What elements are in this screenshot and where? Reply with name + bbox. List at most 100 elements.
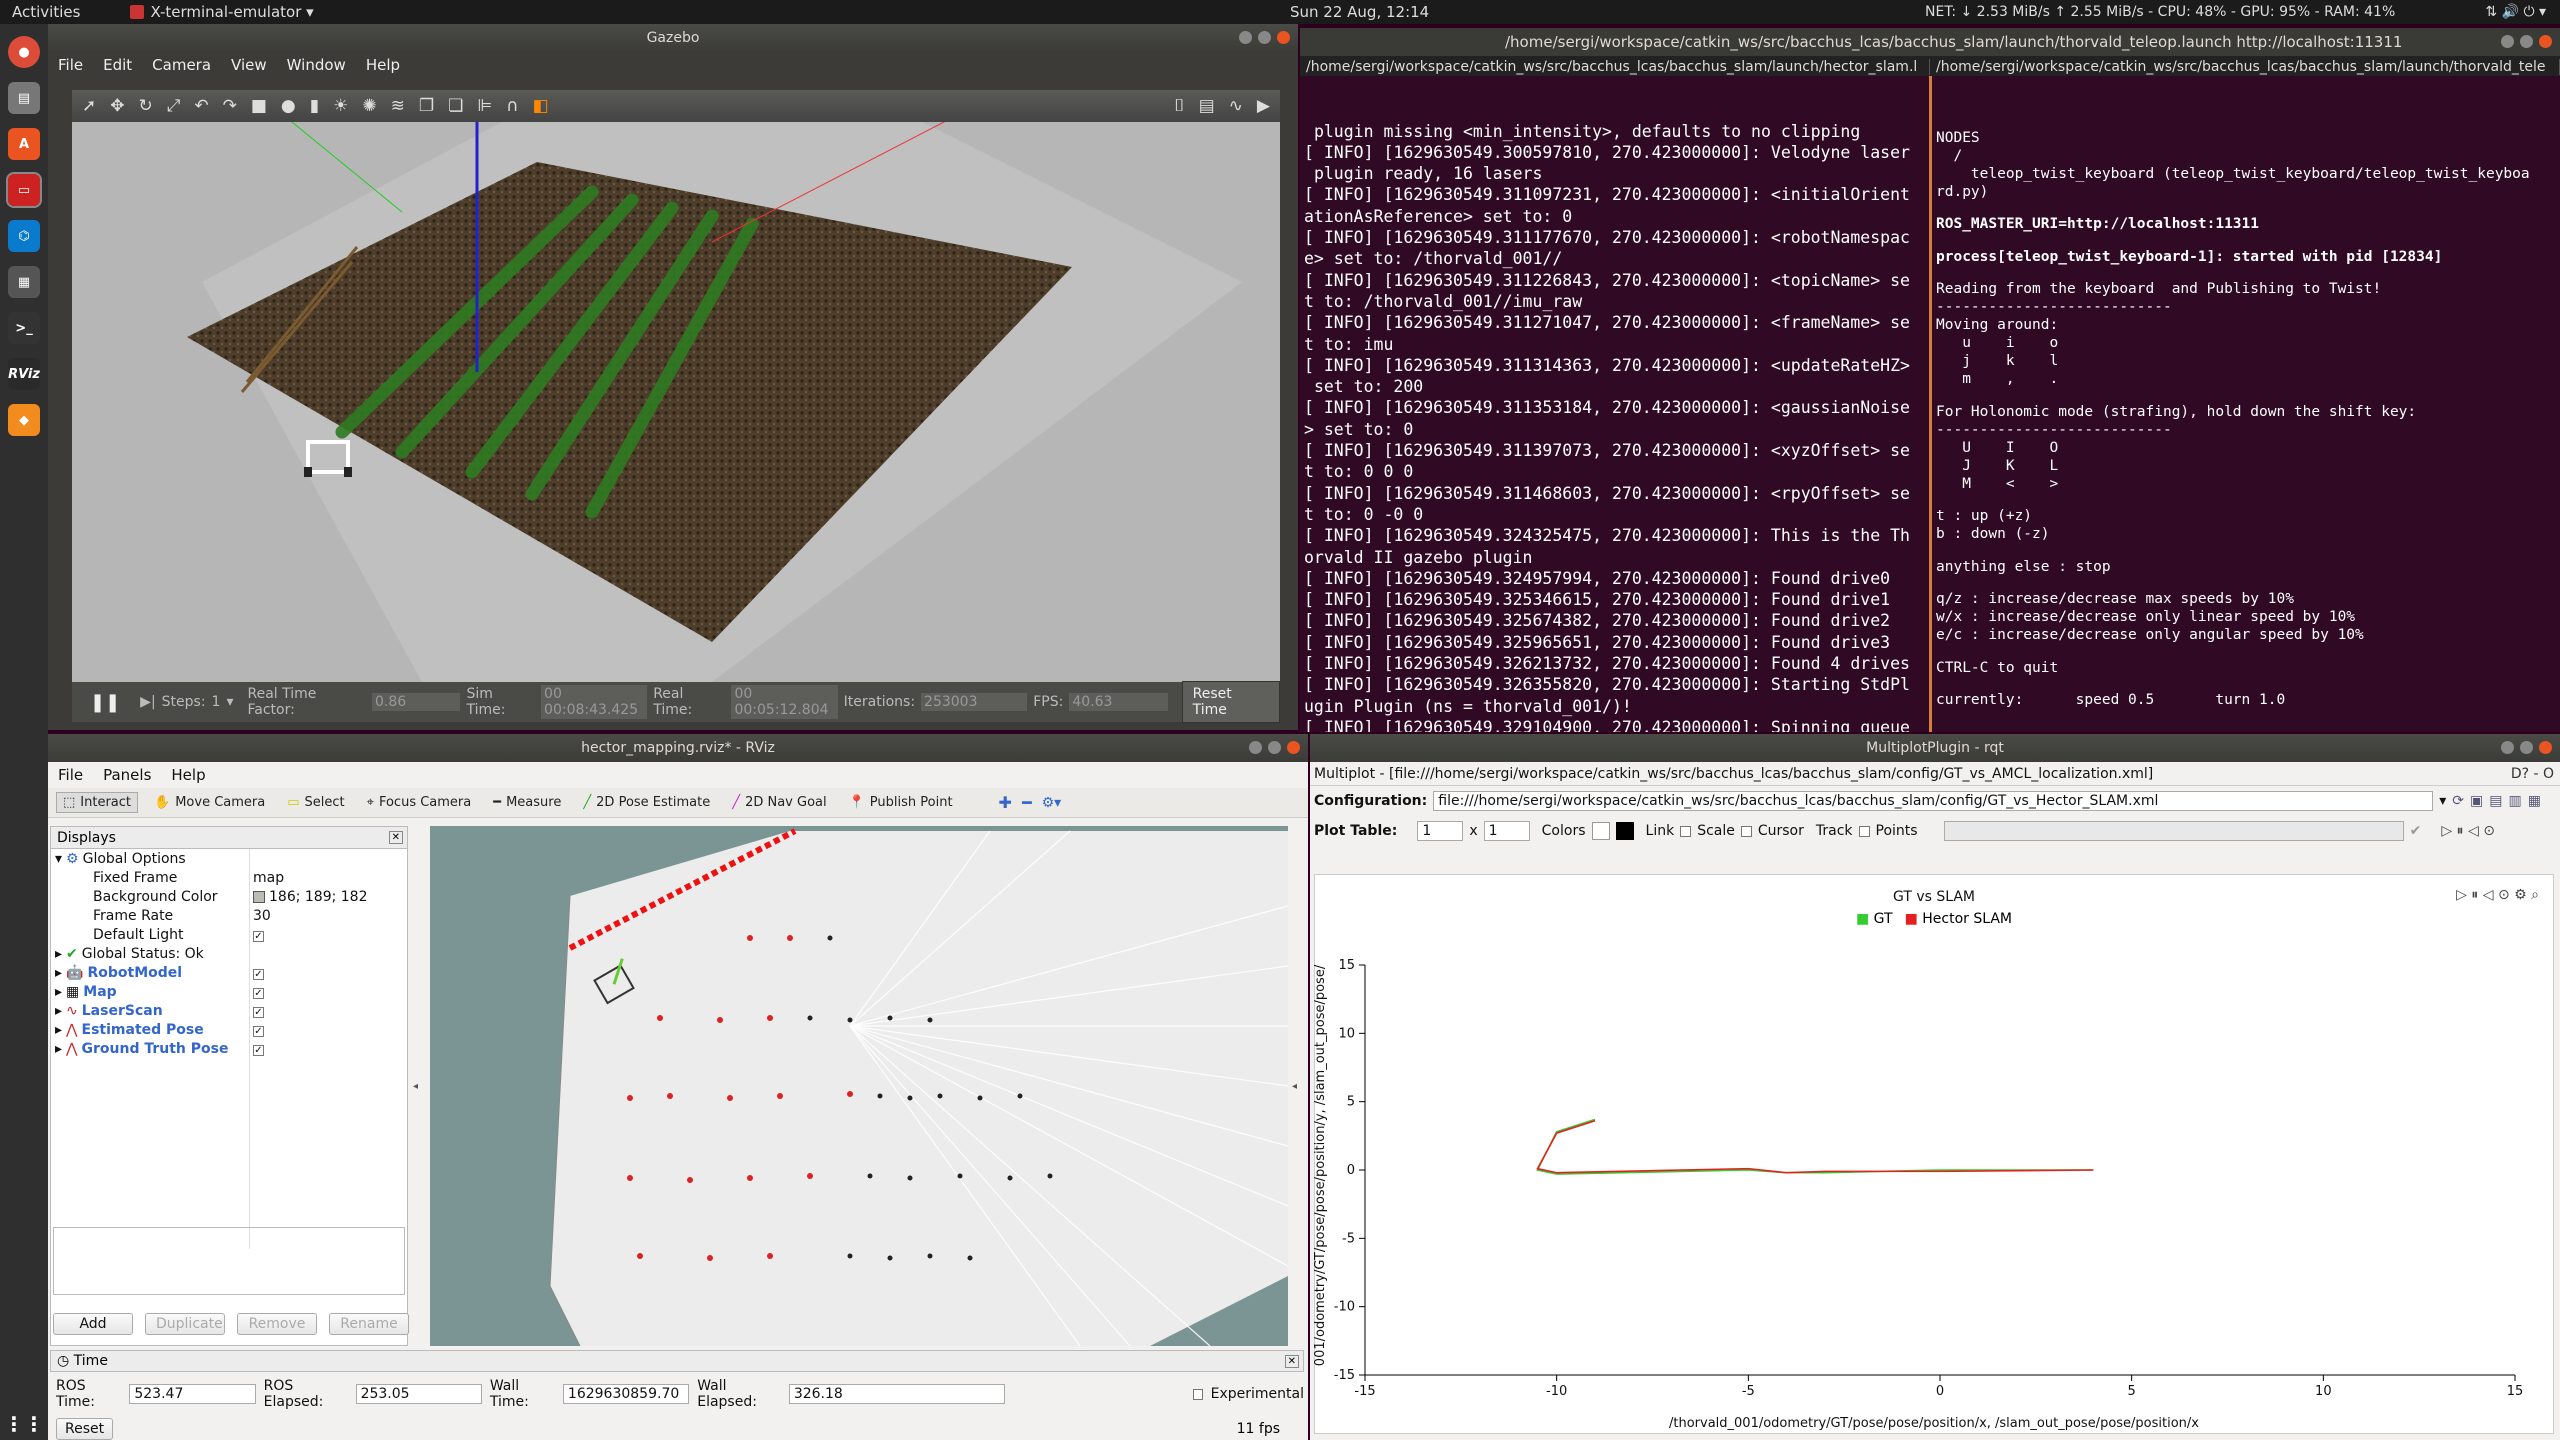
new-icon[interactable]: ▣ (2470, 793, 2483, 809)
menu-file[interactable]: File (48, 766, 93, 784)
rotate-tool-icon[interactable]: ↻ (139, 96, 153, 116)
rename-button[interactable]: Rename (329, 1313, 409, 1335)
menu-camera[interactable]: Camera (142, 56, 221, 74)
wall-time-field[interactable]: 1629630859.70 (562, 1384, 690, 1404)
terminal-dock-icon[interactable]: ▭ (6, 172, 42, 208)
minimize-button[interactable] (1239, 31, 1252, 44)
background-color-row[interactable]: Background Color 186; 189; 182 (51, 887, 407, 906)
scale-checkbox[interactable] (1740, 825, 1752, 837)
global-options-row[interactable]: ▾ ⚙ Global Options (51, 849, 407, 868)
add-display-button[interactable]: Add (53, 1313, 133, 1335)
remove-tool-icon[interactable]: ━ (1022, 793, 1032, 812)
close-button[interactable] (1277, 31, 1290, 44)
log-icon[interactable]: ▤ (1199, 96, 1215, 116)
tool-settings-icon[interactable]: ⚙▾ (1042, 795, 1062, 811)
video-icon[interactable]: ▶ (1257, 96, 1270, 116)
default-light-checkbox[interactable]: ✓ (253, 931, 264, 942)
topic-field[interactable] (1943, 821, 2404, 841)
display-laserscan-row[interactable]: ▸ ∿ LaserScan ✓ (51, 1001, 407, 1020)
plugin-help-icons[interactable]: D? - O (2511, 766, 2554, 782)
wall-elapsed-field[interactable]: 326.18 (788, 1384, 1005, 1404)
select-tool[interactable]: ▭ Select (281, 793, 350, 812)
ros-time-field[interactable]: 523.47 (129, 1384, 256, 1404)
terminal-titlebar[interactable]: /home/sergi/workspace/catkin_ws/src/bacc… (1300, 28, 2560, 56)
maximize-button[interactable] (1258, 31, 1271, 44)
undo-icon[interactable]: ↶ (194, 96, 208, 116)
fixed-frame-value[interactable]: map (253, 870, 284, 886)
plot-svg[interactable]: -15 -10 -5 0 5 10 15 15 10 5 0 -5 -10 -15 (1315, 875, 2555, 1435)
fixed-frame-row[interactable]: Fixed Frame map (51, 868, 407, 887)
translate-tool-icon[interactable]: ✥ (110, 96, 124, 116)
nav-goal-tool[interactable]: ╱ 2D Nav Goal (726, 793, 832, 812)
color-swatch[interactable] (253, 890, 265, 903)
menu-window[interactable]: Window (277, 56, 356, 74)
rviz-3d-view[interactable] (430, 826, 1288, 1346)
default-light-row[interactable]: Default Light ✓ (51, 925, 407, 944)
frame-rate-value[interactable]: 30 (253, 908, 271, 924)
gazebo-icon[interactable]: ◆ (8, 404, 40, 436)
align-icon[interactable]: ⊫ (477, 96, 492, 116)
files-icon[interactable]: ▤ (8, 82, 40, 114)
remove-button[interactable]: Remove (237, 1313, 317, 1335)
pause-icon[interactable]: ❚❚ (90, 692, 120, 713)
apply-icon[interactable]: ✔ (2410, 823, 2422, 839)
close-panel-icon[interactable]: ✕ (388, 831, 403, 844)
tab-hector-slam[interactable]: /home/sergi/workspace/catkin_ws/src/bacc… (1300, 59, 1930, 75)
paste-icon[interactable]: ❏ (448, 96, 463, 116)
measure-tool[interactable]: ━ Measure (487, 793, 567, 812)
close-button[interactable] (2539, 741, 2552, 754)
app-menu[interactable]: X-terminal-emulator ▾ (130, 3, 314, 21)
gazebo-3d-viewport[interactable] (72, 122, 1280, 682)
terminal-icon[interactable]: >_ (8, 312, 40, 344)
step-icon[interactable]: ▶| (140, 694, 155, 710)
terminal-right-pane[interactable]: NODES / teleop_twist_keyboard (teleop_tw… (1932, 76, 2560, 732)
steps-input[interactable]: 1 (212, 694, 221, 710)
laserscan-checkbox[interactable]: ✓ (253, 1007, 264, 1018)
menu-help[interactable]: Help (161, 766, 215, 784)
interact-tool[interactable]: ⬚ Interact (56, 792, 139, 813)
frame-rate-row[interactable]: Frame Rate 30 (51, 906, 407, 925)
cols-spinbox[interactable]: 1 (1483, 821, 1530, 841)
terminal-left-pane[interactable]: plugin missing <min_intensity>, defaults… (1300, 76, 1928, 732)
copy-icon[interactable]: ❐ (419, 96, 434, 116)
select-tool-icon[interactable]: ➚ (82, 96, 96, 116)
redo-icon[interactable]: ↷ (223, 96, 237, 116)
clock[interactable]: Sun 22 Aug, 12:14 (1290, 3, 1429, 21)
vscode-icon[interactable]: ⌬ (8, 220, 40, 252)
experimental-checkbox[interactable] (1192, 1388, 1203, 1400)
gazebo-titlebar[interactable]: Gazebo (48, 24, 1298, 52)
duplicate-button[interactable]: Duplicate (145, 1313, 225, 1335)
maximize-button[interactable] (2520, 35, 2533, 48)
background-color-value[interactable]: 186; 189; 182 (269, 889, 368, 905)
ground-truth-checkbox[interactable]: ✓ (253, 1045, 264, 1056)
monitor-icon[interactable]: ▦ (8, 266, 40, 298)
snap-icon[interactable]: ∩ (506, 96, 518, 116)
change-view-icon[interactable]: ◧ (533, 96, 549, 116)
cylinder-shape-icon[interactable]: ▮ (310, 96, 319, 116)
sphere-shape-icon[interactable]: ● (281, 96, 296, 116)
close-panel-icon[interactable]: ✕ (1284, 1354, 1299, 1368)
software-icon[interactable]: A (8, 128, 40, 160)
menu-help[interactable]: Help (356, 56, 410, 74)
box-shape-icon[interactable]: ■ (251, 96, 267, 116)
scale-tool-icon[interactable]: ⤢ (167, 96, 181, 116)
rows-spinbox[interactable]: 1 (1417, 821, 1464, 841)
spot-light-icon[interactable]: ≋ (391, 96, 405, 116)
minimize-button[interactable] (2501, 741, 2514, 754)
estimated-pose-checkbox[interactable]: ✓ (253, 1026, 264, 1037)
robotmodel-checkbox[interactable]: ✓ (253, 969, 264, 980)
add-tool-icon[interactable]: ✚ (999, 793, 1012, 812)
rviz-icon[interactable]: RViz (8, 358, 40, 390)
menu-view[interactable]: View (221, 56, 277, 74)
close-button[interactable] (2539, 35, 2552, 48)
sun-light-icon[interactable]: ☀ (333, 96, 348, 116)
close-button[interactable] (1287, 741, 1300, 754)
publish-point-tool[interactable]: 📍 Publish Point (843, 793, 959, 812)
left-splitter-handle[interactable]: ◂ (413, 826, 421, 1346)
config-combobox[interactable]: file:///home/sergi/workspace/catkin_ws/s… (1433, 791, 2434, 811)
tab-thorvald-teleop[interactable]: /home/sergi/workspace/catkin_ws/src/bacc… (1930, 59, 2560, 75)
point-light-icon[interactable]: ✺ (362, 96, 376, 116)
link-checkbox[interactable] (1680, 825, 1692, 837)
rqt-titlebar[interactable]: MultiplotPlugin - rqt (1310, 734, 2560, 762)
chrome-icon[interactable]: ● (8, 36, 40, 68)
